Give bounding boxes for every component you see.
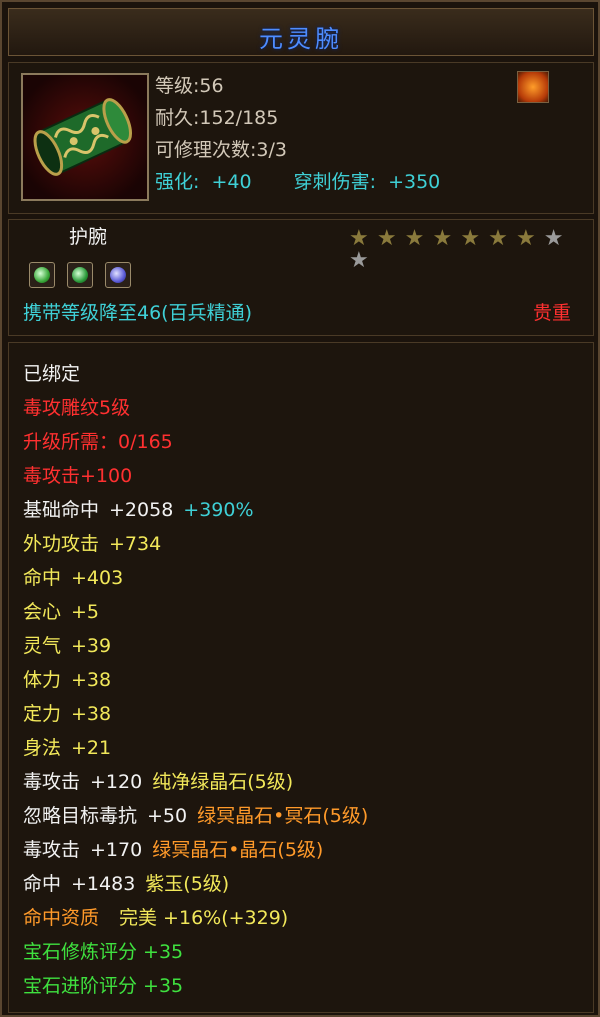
base-hit-label: 基础命中	[23, 499, 100, 521]
spirit-label: 灵气	[23, 635, 62, 657]
enhance-label: 强化:	[155, 171, 200, 193]
focus-row: 定力 +38	[23, 703, 111, 725]
star-rating: ★ ★ ★ ★ ★ ★ ★ ★ ★	[349, 228, 593, 272]
base-hit-row: 基础命中 +2058 +390%	[23, 499, 254, 521]
enhance-row: 强化: +40 穿刺伤害: +350	[155, 171, 440, 193]
star-icon: ★	[349, 248, 369, 273]
fire-sigil-icon	[517, 71, 549, 103]
gem-advance-score: 宝石进阶评分 +35	[23, 975, 184, 997]
jade-bracer-icon	[21, 73, 149, 201]
rarity-label: 贵重	[533, 302, 572, 324]
bound-status: 已绑定	[23, 363, 81, 385]
gem-row-2: 忽略目标毒抗 +50 绿冥晶石•冥石(5级)	[23, 805, 368, 827]
star-icon: ★	[349, 226, 369, 251]
gem-row-1: 毒攻击 +120 纯净绿晶石(5级)	[23, 771, 293, 793]
gem1-label: 毒攻击	[23, 771, 81, 793]
aptitude-value: 完美 +16%(+329)	[119, 907, 289, 929]
star-icon: ★	[515, 226, 536, 251]
focus-label: 定力	[23, 703, 62, 725]
item-tooltip: 元灵腕 等级:56 耐久:152/185 可修理次数:3/3 强化: +40 穿…	[0, 0, 600, 1017]
gem2-label: 忽略目标毒抗	[23, 805, 138, 827]
gem-row-4: 命中 +1483 紫玉(5级)	[23, 873, 229, 895]
gem4-name: 紫玉(5级)	[145, 873, 230, 895]
gem2-value: +50	[147, 805, 188, 827]
green-gem-icon	[67, 262, 93, 288]
gem3-label: 毒攻击	[23, 839, 81, 861]
stamina-value: +38	[71, 669, 112, 691]
outer-attack-value: +734	[109, 533, 162, 555]
crit-label: 会心	[23, 601, 62, 623]
spirit-value: +39	[71, 635, 112, 657]
item-title: 元灵腕	[259, 25, 343, 53]
spirit-row: 灵气 +39	[23, 635, 111, 657]
star-icon: ★	[488, 226, 508, 251]
gem3-name: 绿冥晶石•晶石(5级)	[152, 839, 324, 861]
outer-attack-label: 外功攻击	[23, 533, 100, 555]
focus-value: +38	[71, 703, 112, 725]
aptitude-row: 命中资质 完美 +16%(+329)	[23, 907, 288, 929]
item-header-section: 等级:56 耐久:152/185 可修理次数:3/3 强化: +40 穿刺伤害:…	[8, 62, 594, 214]
green-gem-icon	[29, 262, 55, 288]
stamina-label: 体力	[23, 669, 62, 691]
base-hit-pct: +390%	[183, 499, 254, 521]
engrave-text: 毒攻雕纹5级	[23, 397, 131, 419]
crit-row: 会心 +5	[23, 601, 99, 623]
outer-attack-row: 外功攻击 +734	[23, 533, 161, 555]
gem-refine-score: 宝石修炼评分 +35	[23, 941, 184, 963]
gem1-name: 纯净绿晶石(5级)	[152, 771, 294, 793]
repair-count-text: 可修理次数:3/3	[155, 139, 287, 161]
base-hit-value: +2058	[109, 499, 174, 521]
hit-label: 命中	[23, 567, 62, 589]
slot-section: 护腕 ★ ★ ★ ★ ★ ★ ★ ★ ★ 携带等级降至46(百兵精通) 贵重	[8, 219, 594, 336]
upgrade-need-text: 升级所需：0/165	[23, 431, 173, 453]
star-icon: ★	[543, 226, 564, 251]
star-icon: ★	[376, 226, 397, 251]
hit-value: +403	[71, 567, 124, 589]
star-icon: ★	[460, 226, 481, 251]
aptitude-label: 命中资质	[23, 907, 100, 929]
crit-value: +5	[71, 601, 100, 623]
poison-attack-text: 毒攻击+100	[23, 465, 133, 487]
title-bar: 元灵腕	[8, 8, 594, 56]
slot-type: 护腕	[69, 226, 108, 248]
pierce-value: +350	[388, 171, 441, 193]
gem1-value: +120	[90, 771, 143, 793]
gem-row-3: 毒攻击 +170 绿冥晶石•晶石(5级)	[23, 839, 323, 861]
gem2-name: 绿冥晶石•冥石(5级)	[197, 805, 369, 827]
gem4-value: +1483	[71, 873, 136, 895]
level-text: 等级:56	[155, 75, 224, 97]
gem3-value: +170	[90, 839, 143, 861]
hit-row: 命中 +403	[23, 567, 123, 589]
star-icon: ★	[432, 226, 453, 251]
agility-label: 身法	[23, 737, 62, 759]
star-icon: ★	[404, 226, 425, 251]
durability-text: 耐久:152/185	[155, 107, 279, 129]
gem4-label: 命中	[23, 873, 62, 895]
pierce-label: 穿刺伤害:	[293, 171, 377, 193]
level-requirement: 携带等级降至46(百兵精通)	[23, 302, 253, 324]
agility-row: 身法 +21	[23, 737, 111, 759]
attributes-section: 已绑定 毒攻雕纹5级 升级所需：0/165 毒攻击+100 基础命中 +2058 +…	[8, 342, 594, 1013]
agility-value: +21	[71, 737, 112, 759]
purple-gem-icon	[105, 262, 131, 288]
stamina-row: 体力 +38	[23, 669, 111, 691]
enhance-value: +40	[211, 171, 252, 193]
